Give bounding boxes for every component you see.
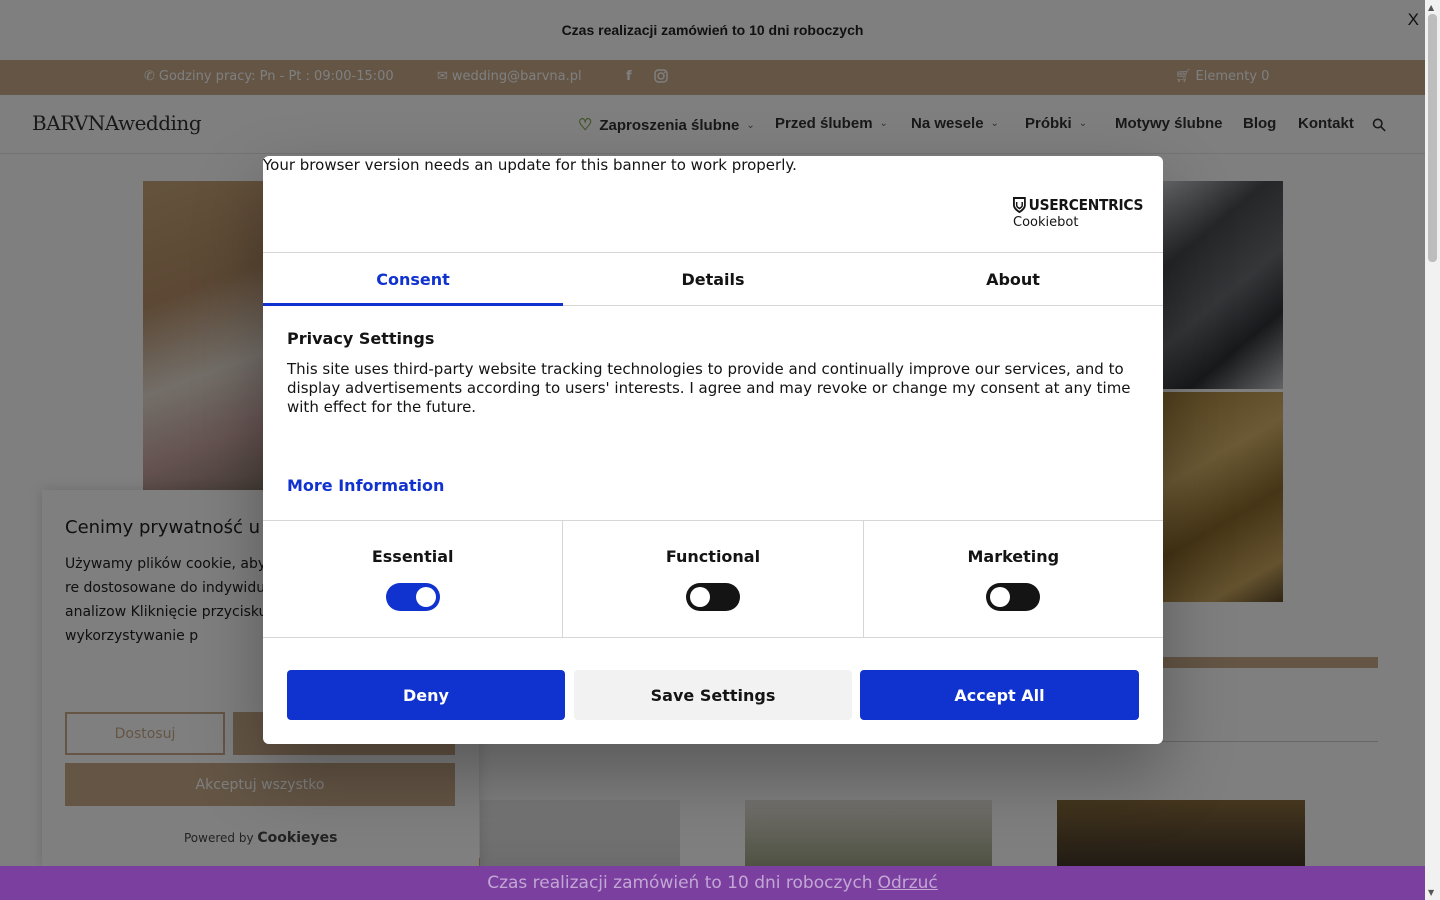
category-essential: Essential [263,521,564,637]
toggle-knob [990,587,1011,607]
essential-toggle[interactable] [385,583,440,611]
bottom-notice-bar: Czas realizacji zamówień to 10 dni roboc… [0,866,1425,900]
privacy-body: This site uses third-party website track… [287,360,1131,416]
tab-details[interactable]: Details [563,253,863,305]
category-marketing: Marketing [864,521,1163,637]
toggle-knob [415,587,436,607]
save-settings-button[interactable]: Save Settings [574,670,852,720]
tab-about[interactable]: About [863,253,1163,305]
category-functional: Functional [563,521,864,637]
category-label: Marketing [967,547,1060,566]
browser-warning: Your browser version needs an update for… [263,156,797,174]
dismiss-link[interactable]: Odrzuć [878,873,938,893]
deny-button[interactable]: Deny [287,670,565,720]
accept-all-button[interactable]: Accept All [860,670,1139,720]
toggle-knob [689,587,710,607]
privacy-heading: Privacy Settings [287,329,435,348]
shield-icon [1013,197,1026,213]
category-label: Functional [665,547,761,566]
scroll-up-arrow-icon[interactable]: ▲ [1428,3,1434,12]
functional-toggle[interactable] [685,583,740,611]
usercentrics-logo: USERCENTRICS Cookiebot [1013,196,1144,230]
category-label: Essential [371,547,454,566]
cookiebot-tabs: Consent Details About [263,252,1163,306]
tab-consent[interactable]: Consent [263,253,563,306]
scrollbar[interactable]: ▲ ▼ [1425,0,1440,900]
bottom-notice-text: Czas realizacji zamówień to 10 dni roboc… [487,873,873,893]
cookiebot-dialog: Your browser version needs an update for… [263,156,1163,744]
scrollbar-thumb[interactable] [1428,14,1437,262]
consent-categories: Essential Functional Marketing [263,520,1163,638]
scroll-down-arrow-icon[interactable]: ▼ [1428,888,1434,897]
marketing-toggle[interactable] [986,583,1041,611]
more-information-link[interactable]: More Information [287,476,444,495]
